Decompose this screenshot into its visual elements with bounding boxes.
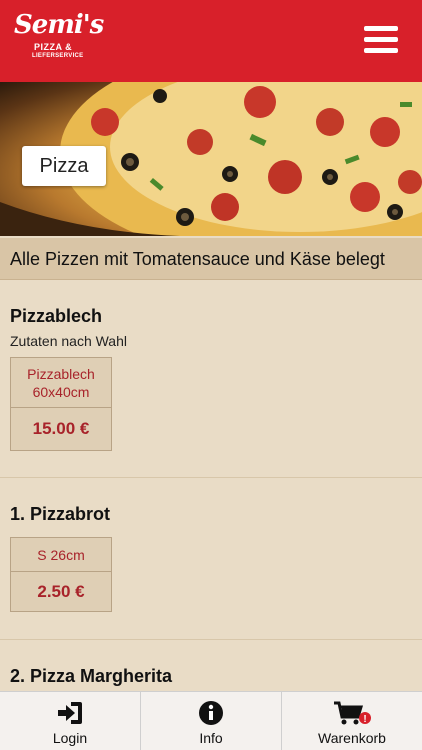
- logo-subtitle-1: PIZZA &: [34, 42, 73, 52]
- price-option-size: Pizzablech 60x40cm: [11, 358, 111, 408]
- semis-logo[interactable]: Semi's PIZZA & LIEFERSERVICE: [12, 10, 104, 66]
- product-description: Zutaten nach Wahl: [10, 333, 127, 349]
- price-option-price: 2.50 €: [37, 582, 85, 601]
- product-name: 2. Pizza Margherita: [10, 666, 173, 686]
- price-option-button[interactable]: S 26cm 2.50 €: [10, 537, 112, 612]
- category-notice: Alle Pizzen mit Tomatensauce und Käse be…: [0, 238, 422, 280]
- login-icon: [58, 702, 82, 724]
- product-item: Pizzablech Zutaten nach Wahl Pizzablech …: [0, 281, 422, 478]
- info-icon: [199, 701, 223, 725]
- app-header: Semi's PIZZA & LIEFERSERVICE: [0, 0, 422, 82]
- product-name: 1. Pizzabrot: [10, 504, 111, 524]
- category-label: Pizza: [22, 146, 106, 186]
- bottom-navigation: Login Info ! Warenkorb: [0, 691, 422, 750]
- nav-info[interactable]: Info: [141, 692, 282, 750]
- category-hero-image: Pizza: [0, 82, 422, 236]
- price-option-button[interactable]: Pizzablech 60x40cm 15.00 €: [10, 357, 112, 451]
- nav-login-label: Login: [52, 730, 88, 746]
- product-item: 1. Pizzabrot S 26cm 2.50 €: [0, 478, 422, 640]
- nav-login[interactable]: Login: [0, 692, 141, 750]
- product-name: Pizzablech: [10, 306, 103, 326]
- cart-icon: !: [334, 701, 371, 725]
- hamburger-menu-icon[interactable]: [364, 26, 398, 56]
- price-option-price: 15.00 €: [32, 419, 90, 438]
- nav-cart-label: Warenkorb: [318, 730, 386, 746]
- logo-subtitle-2: LIEFERSERVICE: [32, 53, 84, 59]
- svg-text:!: !: [363, 714, 366, 725]
- product-item: 2. Pizza Margherita: [0, 640, 422, 691]
- nav-cart[interactable]: ! Warenkorb: [282, 692, 422, 750]
- price-option-size: S 26cm: [11, 538, 111, 572]
- logo-script-text: Semi's: [14, 10, 104, 40]
- nav-info-label: Info: [199, 730, 223, 746]
